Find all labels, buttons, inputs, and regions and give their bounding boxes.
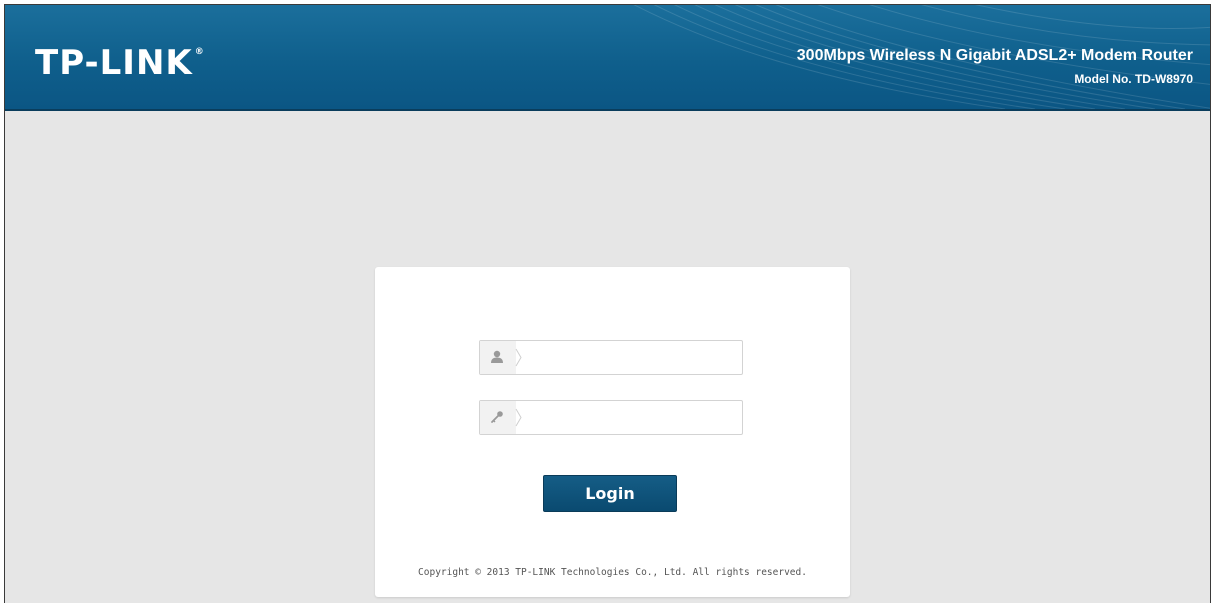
login-button[interactable]: Login [543, 475, 677, 512]
logo-text: TP-LINK [35, 43, 193, 83]
model-number: Model No. TD-W8970 [1074, 72, 1193, 86]
password-input[interactable] [524, 405, 734, 430]
browser-viewport: TP-LINK ® 300Mbps Wireless N Gigabit ADSL… [4, 4, 1211, 603]
product-title: 300Mbps Wireless N Gigabit ADSL2+ Modem … [796, 47, 1193, 64]
header-divider [5, 109, 1210, 111]
tp-link-logo: TP-LINK ® [35, 43, 204, 83]
login-panel: Login Copyright © 2013 TP-LINK Technolog… [375, 267, 850, 597]
field-separator [515, 408, 522, 427]
password-field[interactable] [479, 400, 743, 435]
key-icon [480, 401, 516, 434]
field-separator [515, 348, 522, 367]
copyright-text: Copyright © 2013 TP-LINK Technologies Co… [418, 567, 807, 578]
username-input[interactable] [524, 345, 734, 370]
user-icon [480, 341, 516, 374]
registered-mark: ® [194, 47, 205, 57]
header-banner: TP-LINK ® 300Mbps Wireless N Gigabit ADSL… [5, 5, 1210, 109]
username-field[interactable] [479, 340, 743, 375]
